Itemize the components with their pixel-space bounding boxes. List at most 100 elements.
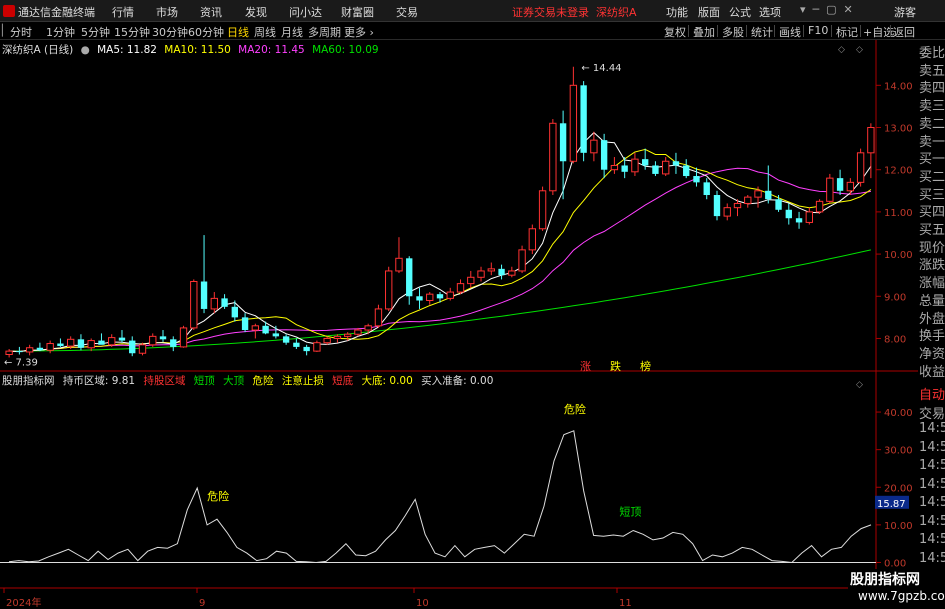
quote-field-label: 净资 <box>919 346 945 362</box>
candle-body <box>836 178 844 191</box>
quote-field-label: 卖一 <box>919 134 945 150</box>
indicator-tick-label: 40.00 <box>884 408 913 419</box>
menu-wealth[interactable]: 财富圈 <box>341 4 374 20</box>
adjust-button[interactable]: 复权 <box>664 24 686 40</box>
trade-field-label[interactable]: 自动 <box>919 384 945 403</box>
quote-field-label: 买四 <box>919 205 945 221</box>
menu-market[interactable]: 市场 <box>156 4 178 20</box>
period-tick[interactable]: 分时 <box>10 24 32 40</box>
candle-body <box>826 177 834 202</box>
candle-body <box>569 84 578 162</box>
diamond-icon: ◇ <box>856 45 863 55</box>
diamond-icon: ◇ <box>856 380 863 390</box>
trade-field-label[interactable]: 交易 <box>919 403 945 422</box>
menu-quotes[interactable]: 行情 <box>112 4 134 20</box>
candle-body <box>251 325 260 331</box>
back-button[interactable]: 返回 <box>893 24 915 40</box>
trade-field-label[interactable]: 14:5 <box>919 514 945 529</box>
date-tick-label: 11 <box>619 598 632 609</box>
period-15min[interactable]: 15分钟 <box>114 24 150 40</box>
quote-side-panel: 委比 卖五 卖四 卖三 卖二 卖一 买一 买二 买三 买四 买五 现价 涨跌 涨幅 总量 外盘 换手 净资 收益 自动… <box>918 40 945 609</box>
trade-field-label[interactable]: 14:5 <box>919 532 945 547</box>
menu-formula[interactable]: 公式 <box>729 4 751 20</box>
candle-body <box>149 335 157 346</box>
period-multi[interactable]: 多周期 <box>308 24 341 40</box>
indicator-annotation: 危险 <box>207 489 229 503</box>
menu-news[interactable]: 资讯 <box>200 4 222 20</box>
candle-body <box>138 344 147 354</box>
trade-field-label[interactable]: 14:5 <box>919 551 945 566</box>
period-more[interactable]: 更多 › <box>344 24 374 40</box>
candle-body <box>231 306 239 318</box>
candle-body <box>343 333 352 337</box>
draw-line-button[interactable]: 画线 <box>779 24 801 40</box>
candle-body <box>456 283 465 293</box>
candle-body <box>36 347 44 351</box>
quote-field-label: 买三 <box>919 187 945 203</box>
signal-mark: 榜 <box>640 359 651 373</box>
multi-stock-button[interactable]: 多股 <box>722 24 744 40</box>
f10-button[interactable]: F10 <box>808 24 828 37</box>
period-toolbar: ▏ 分时 1分钟 5分钟 15分钟 30分钟 60分钟 日线 周线 月线 多周期… <box>0 22 945 40</box>
price-tick-label: 9.00 <box>884 292 906 303</box>
menu-layout[interactable]: 版面 <box>698 4 720 20</box>
candle-body <box>354 329 362 335</box>
candle-body <box>487 268 495 272</box>
period-1min[interactable]: 1分钟 <box>46 24 75 40</box>
trade-field-label[interactable]: 14:5 <box>919 421 945 436</box>
stats-button[interactable]: 统计 <box>751 24 773 40</box>
login-status[interactable]: 证券交易未登录 深纺织A <box>512 4 637 20</box>
candle-body <box>652 165 659 174</box>
quote-field-label: 现价 <box>919 240 945 256</box>
candle-body <box>856 152 865 183</box>
trade-field-label[interactable]: 14:5 <box>919 495 945 510</box>
period-30min[interactable]: 30分钟 <box>152 24 188 40</box>
trade-field-label[interactable]: 14:5 <box>919 458 945 473</box>
window-controls[interactable]: ▾ ─ ▢ ✕ <box>800 3 853 16</box>
candle-body <box>703 182 710 196</box>
candle-body <box>621 165 628 172</box>
candle-body <box>775 199 782 210</box>
candle-body <box>159 336 167 340</box>
trade-field-label[interactable]: 14:5 <box>919 477 945 492</box>
menu-guest[interactable]: 游客 <box>894 4 916 20</box>
period-daily[interactable]: 日线 <box>227 24 249 40</box>
candle-body <box>46 343 54 351</box>
price-tick-label: 8.00 <box>884 334 906 345</box>
period-monthly[interactable]: 月线 <box>281 24 303 40</box>
overlay-button[interactable]: 叠加 <box>693 24 715 40</box>
date-tick-label: 9 <box>199 598 205 609</box>
quote-field-label: 卖三 <box>919 99 945 115</box>
quote-field-label: 总量 <box>919 293 945 309</box>
candle-body <box>293 342 300 347</box>
menu-discover[interactable]: 发现 <box>245 4 267 20</box>
indicator-annotation: 短顶 <box>619 504 641 518</box>
candle-body <box>683 165 690 177</box>
candle-body <box>333 335 342 339</box>
mark-button[interactable]: 标记 <box>836 24 858 40</box>
menu-function[interactable]: 功能 <box>666 4 688 20</box>
chart-area[interactable]: 14.00 13.00 12.00 11.00 10.00 9.00 8.00 ← 14.44… <box>0 40 918 609</box>
candle-body <box>385 270 393 310</box>
candle-body <box>600 140 608 170</box>
menu-options[interactable]: 选项 <box>759 4 781 20</box>
menu-trade[interactable]: 交易 <box>396 4 418 20</box>
period-60min[interactable]: 60分钟 <box>188 24 224 40</box>
period-weekly[interactable]: 周线 <box>254 24 276 40</box>
menu-ask[interactable]: 问小达 <box>289 4 322 20</box>
period-5min[interactable]: 5分钟 <box>81 24 110 40</box>
trade-field-label[interactable]: 14:5 <box>919 440 945 455</box>
candle-body <box>323 337 331 344</box>
candle-body <box>77 339 85 348</box>
quote-field-label: 换手 <box>919 329 945 345</box>
candle-body <box>765 190 772 200</box>
candle-body <box>374 308 383 327</box>
indicator-tick-label: 20.00 <box>884 483 913 494</box>
candle-body <box>241 317 249 331</box>
candle-body <box>713 195 721 217</box>
candle-body <box>5 350 13 355</box>
candle-body <box>200 281 208 309</box>
candle-body <box>631 158 639 173</box>
candle-body <box>282 336 290 343</box>
candle-body <box>262 325 269 334</box>
